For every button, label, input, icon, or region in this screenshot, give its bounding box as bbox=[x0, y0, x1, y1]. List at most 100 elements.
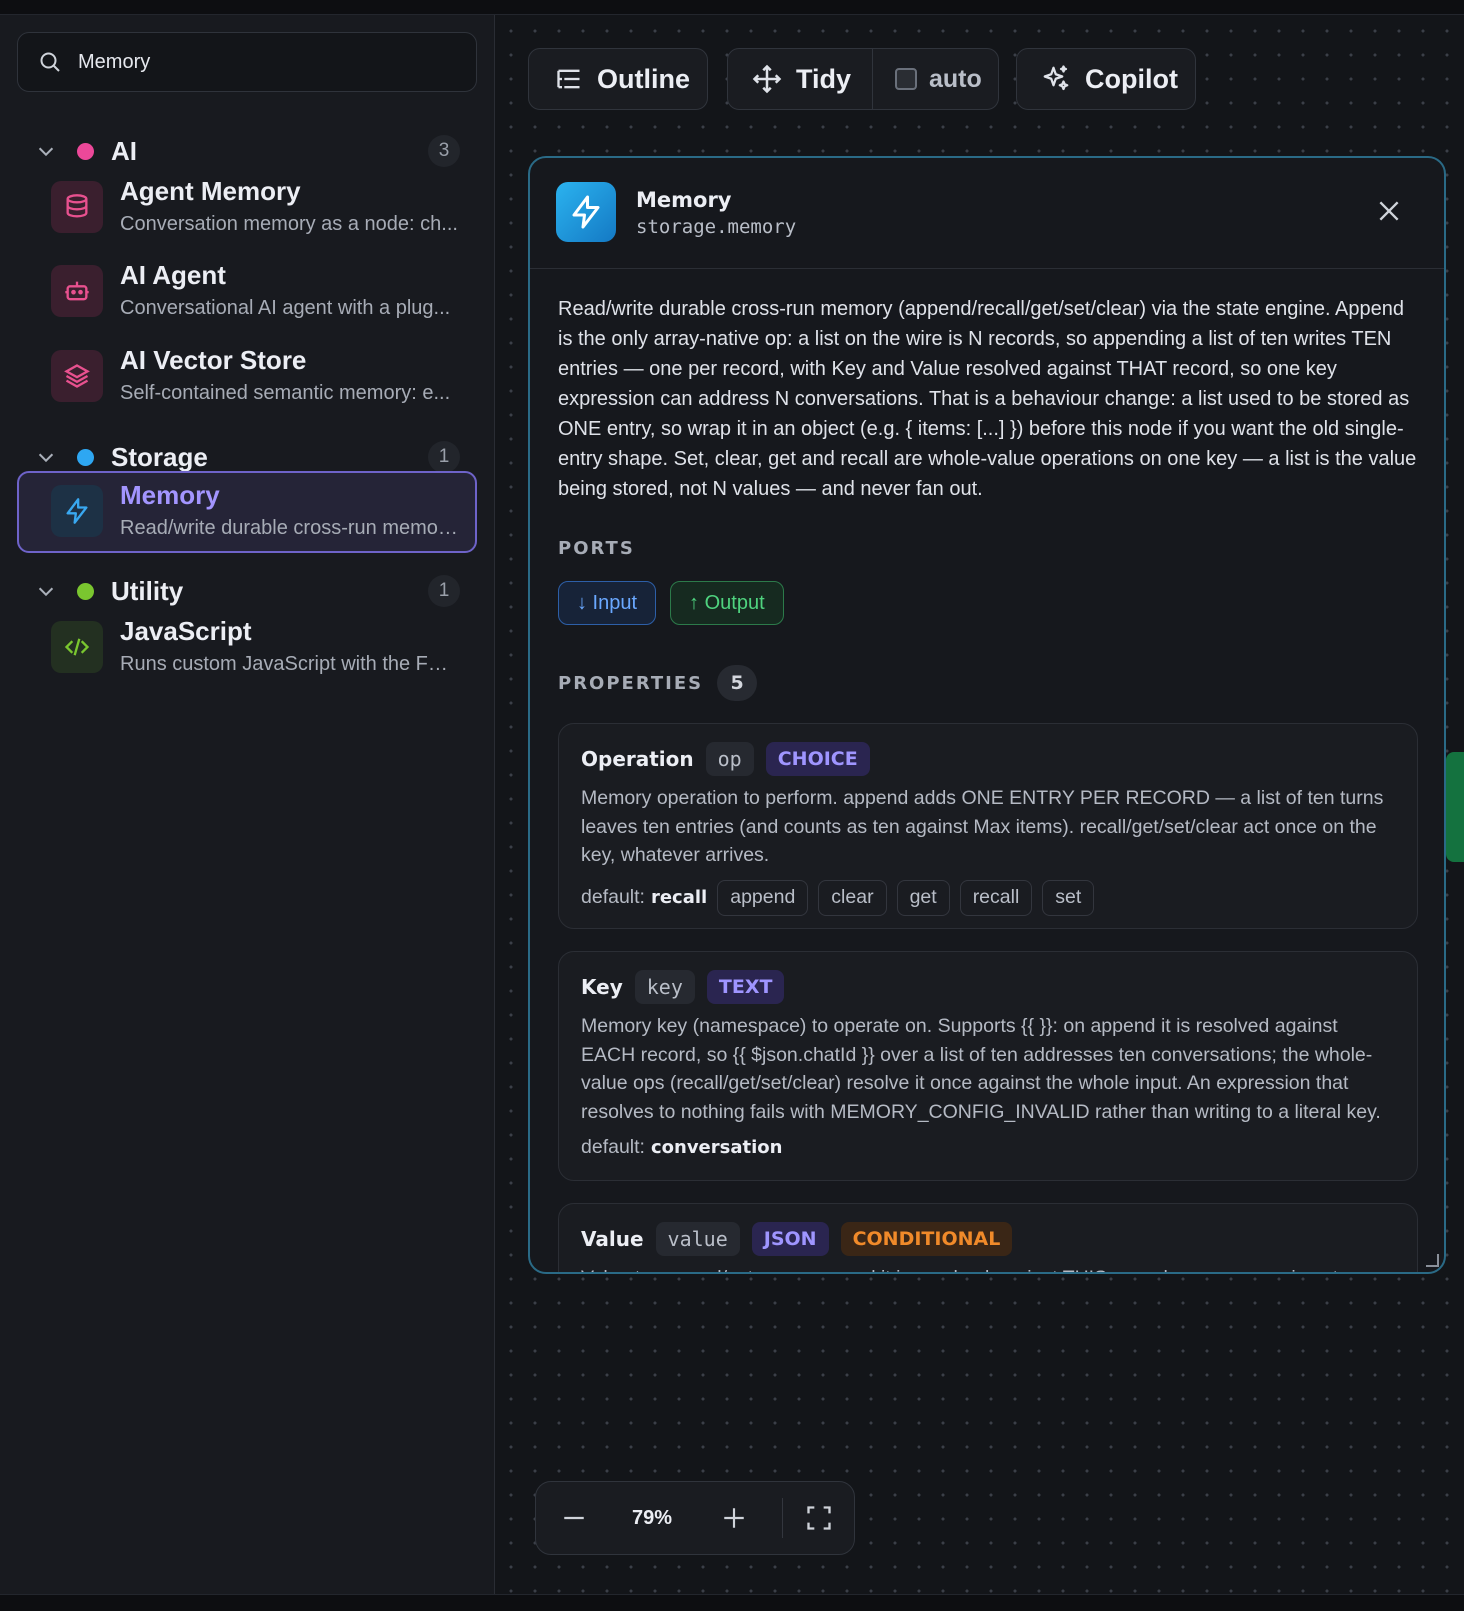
item-description: Runs custom JavaScript with the FUL... bbox=[120, 653, 460, 675]
outline-button[interactable]: Outline bbox=[528, 48, 708, 110]
node-description: Read/write durable cross-run memory (app… bbox=[558, 298, 1417, 500]
outline-label: Outline bbox=[597, 63, 690, 94]
property-card-value: Value value JSON CONDITIONAL Value to ap… bbox=[558, 1203, 1418, 1272]
bolt-icon bbox=[556, 182, 616, 242]
item-description: Read/write durable cross-run memor... bbox=[120, 517, 460, 539]
auto-checkbox[interactable] bbox=[895, 68, 917, 90]
item-title: Memory bbox=[120, 480, 220, 510]
chevron-down-icon bbox=[38, 587, 54, 597]
group-color-dot bbox=[77, 142, 94, 160]
default-value: recall bbox=[650, 887, 708, 908]
property-header: Value value JSON CONDITIONAL bbox=[581, 1222, 1395, 1256]
zoom-divider bbox=[782, 1498, 783, 1538]
property-default-row: default: conversation bbox=[581, 1136, 1395, 1159]
property-name: Key bbox=[581, 975, 623, 999]
chevron-down-icon bbox=[38, 453, 54, 463]
zoom-out-button[interactable] bbox=[536, 1505, 612, 1531]
property-type-badge: TEXT bbox=[706, 970, 785, 1004]
default-value: conversation bbox=[650, 1137, 783, 1158]
palette-item-ai-vector-store[interactable]: AI Vector Store Self-contained semantic … bbox=[17, 336, 477, 418]
group-count: 1 bbox=[428, 441, 460, 473]
item-description: Conversation memory as a node: ch... bbox=[120, 213, 458, 235]
item-description: Self-contained semantic memory: e... bbox=[120, 382, 451, 404]
search-input[interactable] bbox=[76, 49, 460, 75]
bolt-icon bbox=[51, 485, 103, 537]
zoom-controls: 79% bbox=[535, 1481, 855, 1555]
property-description: Memory operation to perform. append adds… bbox=[581, 787, 1384, 866]
node-type: storage.memory bbox=[636, 216, 797, 238]
properties-heading: PROPERTIES bbox=[558, 672, 704, 694]
palette-item-ai-agent[interactable]: AI Agent Conversational AI agent with a … bbox=[17, 251, 477, 333]
minus-icon bbox=[564, 1516, 584, 1520]
node-palette-sidebar: AI 3 Agent Memory Conversation memory as… bbox=[0, 15, 495, 1594]
copilot-label: Copilot bbox=[1085, 63, 1178, 94]
item-title: AI Agent bbox=[120, 260, 226, 290]
option-chip[interactable]: clear bbox=[818, 879, 887, 916]
auto-toggle[interactable]: auto bbox=[873, 49, 998, 109]
move-icon bbox=[752, 64, 782, 94]
default-label: default: bbox=[581, 886, 645, 908]
property-header: Key key TEXT bbox=[581, 970, 1395, 1004]
zoom-in-button[interactable] bbox=[692, 1505, 776, 1531]
search-box[interactable] bbox=[17, 32, 477, 92]
item-title: Agent Memory bbox=[120, 176, 301, 206]
group-count: 3 bbox=[428, 135, 460, 167]
palette-item-javascript[interactable]: JavaScript Runs custom JavaScript with t… bbox=[17, 607, 477, 689]
fullscreen-icon bbox=[807, 1506, 831, 1530]
code-icon bbox=[51, 621, 103, 673]
palette-item-memory[interactable]: Memory Read/write durable cross-run memo… bbox=[17, 471, 477, 553]
palette-item-agent-memory[interactable]: Agent Memory Conversation memory as a no… bbox=[17, 167, 477, 249]
port-input[interactable]: ↓ Input bbox=[558, 581, 657, 625]
group-name: Utility bbox=[111, 575, 184, 606]
item-title: JavaScript bbox=[120, 616, 252, 646]
side-panel-tab[interactable] bbox=[1446, 752, 1464, 862]
copilot-button[interactable]: Copilot bbox=[1016, 48, 1196, 110]
properties-count: 5 bbox=[717, 665, 758, 701]
property-type-badge: JSON bbox=[751, 1222, 829, 1256]
plus-icon bbox=[724, 1508, 744, 1528]
property-card-key: Key key TEXT Memory key (namespace) to o… bbox=[558, 951, 1418, 1181]
tidy-label: Tidy bbox=[796, 63, 852, 94]
default-label: default: bbox=[581, 1136, 645, 1158]
group-count: 1 bbox=[428, 575, 460, 607]
option-chip[interactable]: append bbox=[717, 879, 809, 916]
panel-header: Memory storage.memory bbox=[530, 158, 1444, 269]
conditional-badge: CONDITIONAL bbox=[840, 1222, 1013, 1256]
window-bottom-bar bbox=[0, 1594, 1464, 1611]
tidy-button[interactable]: Tidy bbox=[728, 49, 872, 109]
auto-label: auto bbox=[929, 64, 982, 93]
sparkles-icon bbox=[1043, 65, 1069, 91]
properties-heading-row: PROPERTIES 5 bbox=[558, 665, 1418, 701]
option-chip[interactable]: get bbox=[896, 879, 950, 916]
option-chip[interactable]: set bbox=[1042, 879, 1095, 916]
database-icon bbox=[51, 181, 103, 233]
option-chip[interactable]: recall bbox=[959, 879, 1033, 916]
port-output[interactable]: ↑ Output bbox=[670, 581, 784, 625]
panel-body[interactable]: Read/write durable cross-run memory (app… bbox=[558, 268, 1418, 1272]
node-details-panel: Memory storage.memory Read/write durable… bbox=[528, 156, 1446, 1274]
group-color-dot bbox=[77, 582, 94, 600]
tidy-group: Tidy auto bbox=[727, 48, 999, 110]
ports-heading: PORTS bbox=[558, 538, 635, 559]
chevron-down-icon bbox=[38, 147, 54, 157]
property-key: value bbox=[655, 1222, 740, 1256]
property-name: Operation bbox=[581, 747, 694, 771]
search-icon bbox=[40, 52, 60, 72]
property-description: Memory key (namespace) to operate on. Su… bbox=[581, 1015, 1381, 1123]
property-default-row: default: recall append clear get recall … bbox=[581, 879, 1395, 916]
robot-icon bbox=[51, 265, 103, 317]
ports-list: ↓ Input ↑ Output bbox=[558, 581, 1418, 625]
property-card-operation: Operation op CHOICE Memory operation to … bbox=[558, 723, 1418, 929]
resize-handle-icon[interactable] bbox=[1424, 1252, 1440, 1268]
property-key: op bbox=[705, 742, 754, 776]
property-header: Operation op CHOICE bbox=[581, 742, 1395, 776]
node-name: Memory bbox=[636, 188, 732, 212]
group-color-dot bbox=[77, 448, 94, 466]
group-name: Storage bbox=[111, 441, 208, 472]
close-button[interactable] bbox=[1372, 194, 1406, 228]
zoom-level: 79% bbox=[631, 1506, 673, 1529]
item-title: AI Vector Store bbox=[120, 345, 307, 375]
fit-view-button[interactable] bbox=[789, 1504, 849, 1532]
window-top-bar bbox=[0, 0, 1464, 15]
outline-icon bbox=[557, 69, 580, 89]
